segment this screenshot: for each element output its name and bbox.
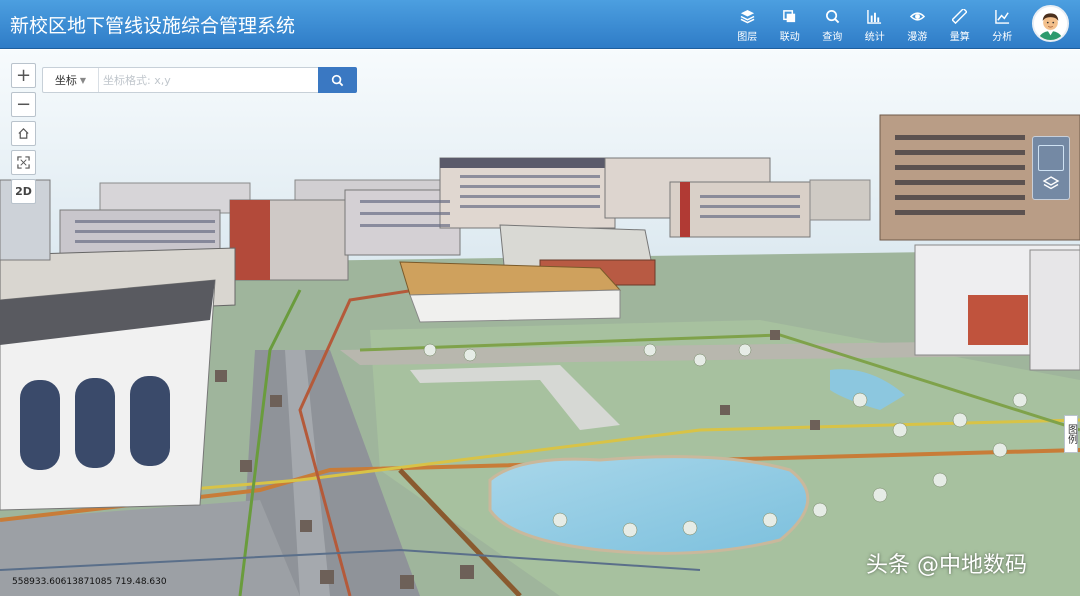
nav-query-label: 查询 xyxy=(822,32,843,43)
nav-roaming[interactable]: 漫游 xyxy=(896,6,939,46)
nav-query[interactable]: 查询 xyxy=(811,6,854,46)
home-icon xyxy=(18,128,29,139)
map-view[interactable]: + − 2D 坐标 ▼ 图例 558933.60613871085 719.48… xyxy=(0,50,1080,596)
nav-analysis[interactable]: 分析 xyxy=(981,6,1024,46)
layers-icon xyxy=(740,9,755,24)
nav-layers-label: 图层 xyxy=(737,32,758,43)
nav-layers[interactable]: 图层 xyxy=(726,6,769,46)
mode-2d-label: 2D xyxy=(15,185,32,198)
bar-chart-icon xyxy=(867,9,882,24)
nav-analysis-label: 分析 xyxy=(992,32,1013,43)
chevron-down-icon: ▼ xyxy=(79,75,87,85)
coordinate-readout: 558933.60613871085 719.48.630 xyxy=(12,577,167,587)
search-button[interactable] xyxy=(318,67,357,93)
coord-type-select[interactable]: 坐标 ▼ xyxy=(43,68,99,92)
search-icon xyxy=(825,10,840,24)
campus-3d-scene xyxy=(0,50,1080,596)
basemap-thumbnail[interactable] xyxy=(1038,145,1064,171)
nav-statistics[interactable]: 统计 xyxy=(854,6,897,46)
eye-icon xyxy=(909,12,925,21)
nav-linkage-label: 联动 xyxy=(779,32,800,43)
user-avatar-icon xyxy=(1034,7,1067,40)
zoom-out-button[interactable]: − xyxy=(11,92,36,117)
layer-switch-widget[interactable] xyxy=(1032,136,1070,200)
nav-statistics-label: 统计 xyxy=(864,32,885,43)
copy-icon xyxy=(783,10,796,23)
legend-tab[interactable]: 图例 xyxy=(1064,415,1078,453)
nav-measure[interactable]: 量算 xyxy=(939,6,982,46)
app-title: 新校区地下管线设施综合管理系统 xyxy=(10,15,296,37)
coordinate-search: 坐标 ▼ xyxy=(42,67,357,93)
ruler-icon xyxy=(952,9,968,24)
coord-type-label: 坐标 xyxy=(54,74,77,87)
fullscreen-icon xyxy=(17,156,30,169)
mode-2d-button[interactable]: 2D xyxy=(11,179,36,204)
main-nav: 图层 联动 查询 统计 漫游 量算 分析 xyxy=(726,6,1024,46)
user-avatar[interactable] xyxy=(1032,5,1069,42)
nav-measure-label: 量算 xyxy=(949,32,970,43)
nav-linkage[interactable]: 联动 xyxy=(769,6,812,46)
line-chart-icon xyxy=(994,9,1009,24)
top-bar: 新校区地下管线设施综合管理系统 图层 联动 查询 统计 漫游 量算 分析 xyxy=(0,0,1080,49)
home-button[interactable] xyxy=(11,121,36,146)
layers-icon xyxy=(1042,176,1060,190)
search-icon xyxy=(331,74,344,86)
zoom-out-label: − xyxy=(15,93,32,115)
watermark: 头条 @中地数码 xyxy=(866,553,1027,578)
nav-roaming-label: 漫游 xyxy=(907,32,928,43)
zoom-in-button[interactable]: + xyxy=(11,63,36,88)
full-extent-button[interactable] xyxy=(11,150,36,175)
coord-input[interactable] xyxy=(103,70,313,90)
zoom-in-label: + xyxy=(15,64,32,86)
